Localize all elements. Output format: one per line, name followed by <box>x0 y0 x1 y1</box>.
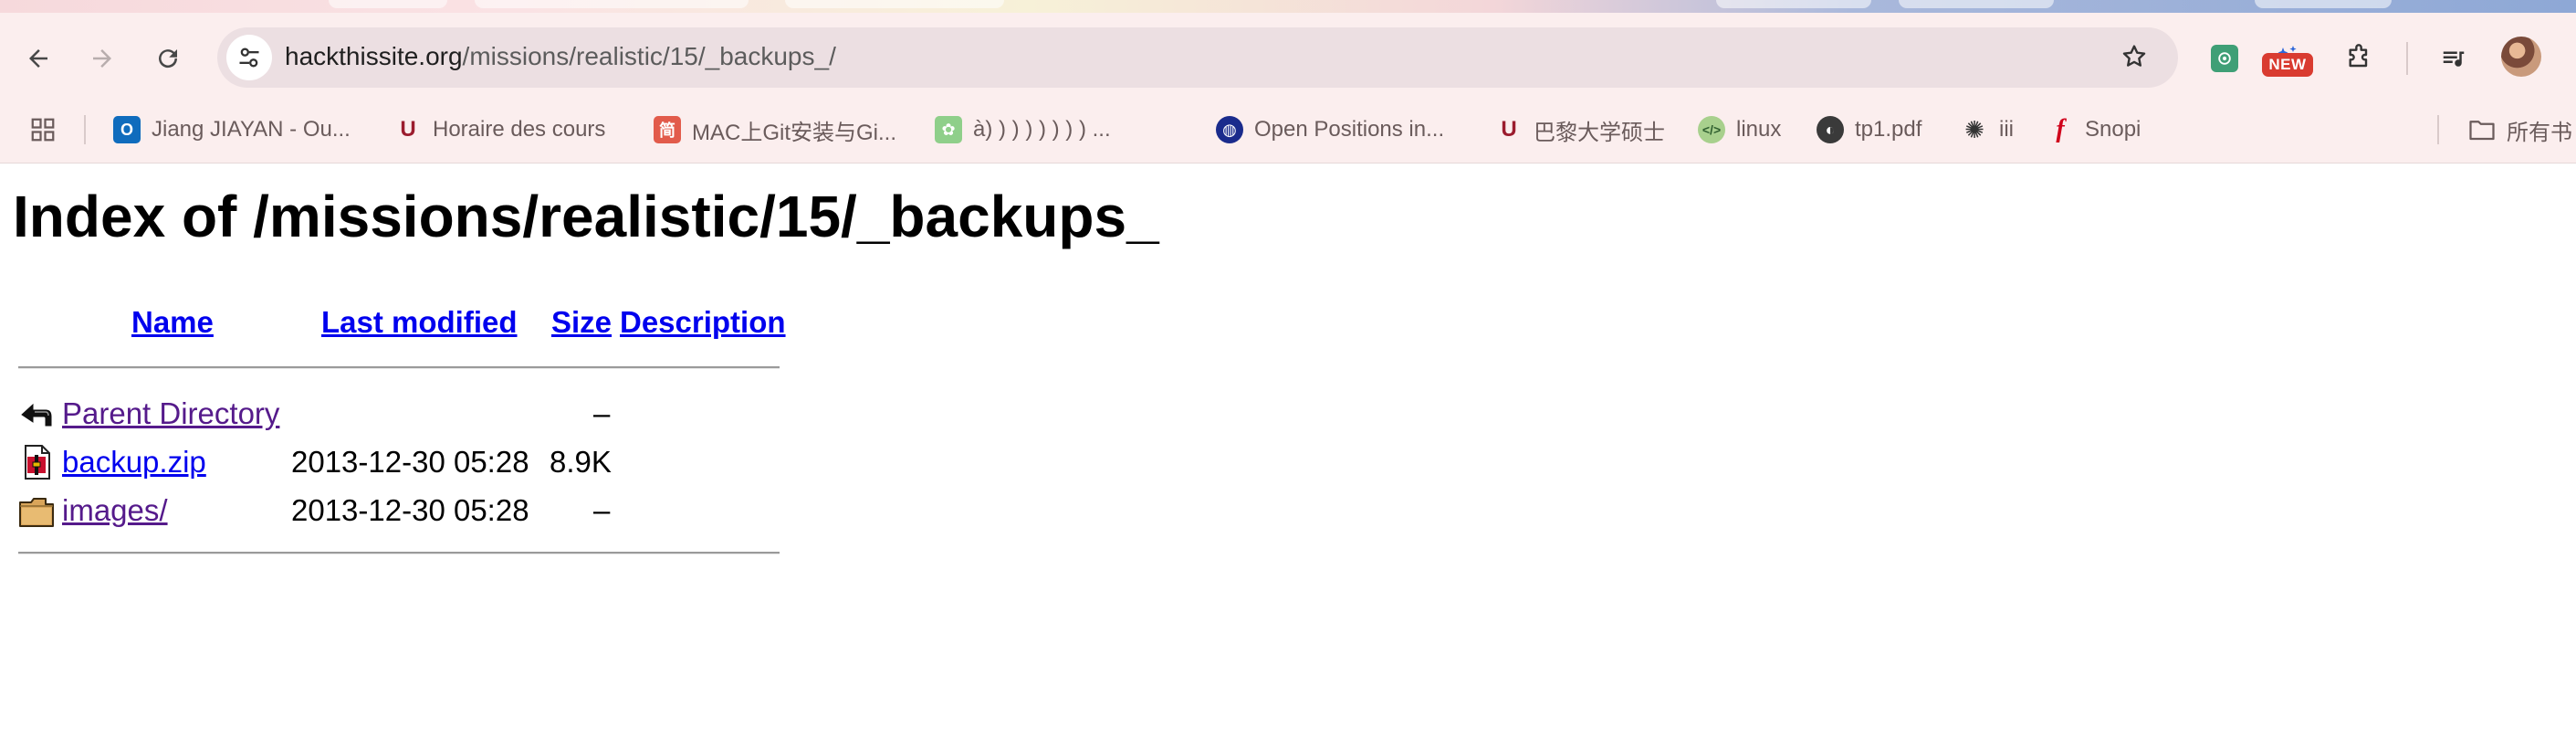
compressed-file-icon <box>25 445 50 480</box>
column-header-last-modified[interactable]: Last modified <box>321 305 518 340</box>
bookmark-label: Horaire des cours <box>433 117 606 142</box>
tab-stub[interactable] <box>1899 0 2054 8</box>
new-badge: NEW <box>2262 53 2313 77</box>
bookmark-0[interactable]: O Jiang JIAYAN - Ou... <box>113 111 351 148</box>
bookmark-label: Jiang JIAYAN - Ou... <box>152 117 351 142</box>
parent-directory-link[interactable]: Parent Directory <box>62 396 279 431</box>
bookmark-8[interactable]: ✺ iii <box>1961 111 2014 148</box>
bookmark-4[interactable]: ◍ Open Positions in... <box>1216 111 1444 148</box>
globe-blue-icon: ◍ <box>1216 116 1243 143</box>
folder-outline-icon <box>2469 121 2495 141</box>
column-header-description[interactable]: Description <box>620 305 786 340</box>
column-header-size[interactable]: Size <box>551 305 612 340</box>
bookmark-3[interactable]: ✿ à) ) ) ) ) ) ) ) ... <box>935 111 1111 148</box>
url-text[interactable]: hackthissite.org/missions/realistic/15/_… <box>285 42 836 71</box>
bookmark-label: linux <box>1736 117 1782 142</box>
site-info-button[interactable] <box>226 35 272 80</box>
size-cell: – <box>593 493 611 527</box>
bookmark-label: MAC上Git安装与Gi... <box>692 120 897 145</box>
queue-music-icon <box>2443 51 2465 67</box>
star-icon <box>2122 45 2146 67</box>
tab-stub[interactable] <box>329 0 447 8</box>
last-modified-cell: 2013-12-30 05:28 <box>291 445 529 479</box>
size-cell: 8.9K <box>550 445 612 479</box>
tab-stub[interactable] <box>1716 0 1871 8</box>
bookmarks-divider <box>2437 115 2439 144</box>
all-bookmarks-button[interactable]: 所有书 <box>2468 111 2572 148</box>
reload-icon <box>159 49 178 69</box>
bookmark-2[interactable]: 简 MAC上Git安装与Gi... <box>654 111 896 148</box>
bookmark-label: Snopi <box>2085 117 2141 142</box>
extensions-button[interactable] <box>2337 37 2381 80</box>
bookmark-label: 巴黎大学硕士 <box>1534 120 1665 145</box>
tab-stub[interactable] <box>2255 0 2392 8</box>
bookmark-1[interactable]: U Horaire des cours <box>394 111 605 148</box>
back-arrow-icon <box>21 403 52 427</box>
arrow-right-icon <box>93 49 111 68</box>
apps-grid-icon <box>31 118 55 142</box>
bookmark-label: à) ) ) ) ) ) ) ) ... <box>973 117 1111 142</box>
backup-zip-link[interactable]: backup.zip <box>62 445 206 480</box>
code-icon: </> <box>1698 116 1725 143</box>
folder-icon <box>19 498 54 527</box>
tab-stub[interactable] <box>475 0 749 8</box>
address-bar[interactable]: hackthissite.org/missions/realistic/15/_… <box>217 27 2178 88</box>
outlook-icon: O <box>113 116 141 143</box>
url-path: /missions/realistic/15/_backups_/ <box>462 42 836 70</box>
flash-icon: f <box>2056 115 2065 143</box>
paw-icon: ✿ <box>935 116 962 143</box>
chatgpt-extension-button[interactable] <box>2203 37 2246 80</box>
browser-chrome: hackthissite.org/missions/realistic/15/_… <box>0 0 2576 164</box>
bookmark-5[interactable]: U 巴黎大学硕士 <box>1495 111 1665 148</box>
media-control-button[interactable] <box>2432 37 2476 80</box>
bookmarks-divider <box>84 115 86 144</box>
bookmark-star-button[interactable] <box>2116 38 2152 75</box>
last-modified-cell: 2013-12-30 05:28 <box>291 493 529 527</box>
arrow-left-icon <box>29 49 47 68</box>
puzzle-icon <box>2349 44 2368 68</box>
bookmark-label: tp1.pdf <box>1855 117 1922 142</box>
bookmark-9[interactable]: f Snopi <box>2047 111 2141 148</box>
globe-icon: ◐ <box>1817 116 1844 143</box>
chatgpt-extension-icon <box>2211 45 2238 72</box>
header-divider <box>18 366 780 369</box>
bookmark-label: iii <box>1999 117 2014 142</box>
back-button[interactable] <box>16 37 60 80</box>
tab-strip <box>0 0 2576 13</box>
bookmark-6[interactable]: </> linux <box>1698 111 1781 148</box>
footer-divider <box>18 552 780 554</box>
column-header-name[interactable]: Name <box>131 305 214 340</box>
profile-avatar[interactable] <box>2501 37 2541 77</box>
openai-icon <box>2218 52 2231 65</box>
toolbar-divider <box>2406 42 2408 75</box>
openai-icon: ✺ <box>1964 115 1984 143</box>
reload-button[interactable] <box>146 37 190 80</box>
url-host: hackthissite.org <box>285 42 463 70</box>
bookmark-7[interactable]: ◐ tp1.pdf <box>1817 111 1922 148</box>
forward-button[interactable] <box>80 37 124 80</box>
size-cell: – <box>593 396 611 430</box>
apps-button[interactable] <box>29 111 57 148</box>
images-folder-link[interactable]: images/ <box>62 493 168 528</box>
jianshu-icon: 简 <box>654 116 681 143</box>
tune-icon <box>239 47 259 68</box>
bookmark-label: Open Positions in... <box>1254 117 1445 142</box>
tab-stub[interactable] <box>785 0 1004 8</box>
university-logo-icon: U <box>400 117 416 142</box>
all-bookmarks-label: 所有书 <box>2507 120 2572 145</box>
page-title: Index of /missions/realistic/15/_backups… <box>13 184 1159 249</box>
university-logo-icon: U <box>1501 117 1517 142</box>
